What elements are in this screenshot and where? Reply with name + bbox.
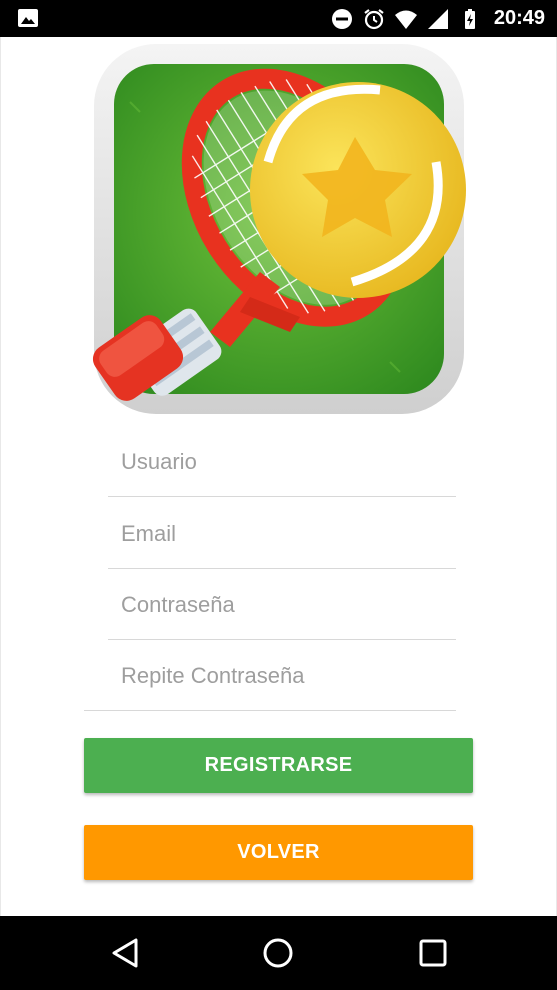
- status-clock: 20:49: [493, 7, 545, 29]
- battery-charging-icon: [464, 8, 475, 29]
- email-field[interactable]: [108, 499, 456, 569]
- tennis-racket-ball-logo-icon: [90, 42, 468, 418]
- repeat-password-input[interactable]: [121, 651, 451, 701]
- username-field[interactable]: [108, 427, 456, 497]
- do-not-disturb-icon: [331, 8, 352, 29]
- username-input[interactable]: [121, 437, 451, 487]
- repeat-password-field[interactable]: [84, 641, 456, 711]
- status-bar: 20:49: [0, 0, 557, 37]
- system-nav-bar: [0, 916, 557, 990]
- back-triangle-icon[interactable]: [106, 934, 144, 972]
- alarm-icon: [364, 8, 384, 29]
- password-input[interactable]: [121, 580, 451, 630]
- email-input[interactable]: [121, 509, 451, 559]
- password-field[interactable]: [108, 570, 456, 640]
- back-button[interactable]: VOLVER: [84, 825, 473, 880]
- image-notification-icon: [16, 7, 40, 29]
- recents-square-icon[interactable]: [414, 934, 452, 972]
- wifi-icon: [394, 10, 417, 29]
- status-icons: 20:49: [330, 0, 545, 37]
- home-circle-icon[interactable]: [259, 934, 297, 972]
- signal-icon: [427, 8, 448, 29]
- register-button[interactable]: REGISTRARSE: [84, 738, 473, 793]
